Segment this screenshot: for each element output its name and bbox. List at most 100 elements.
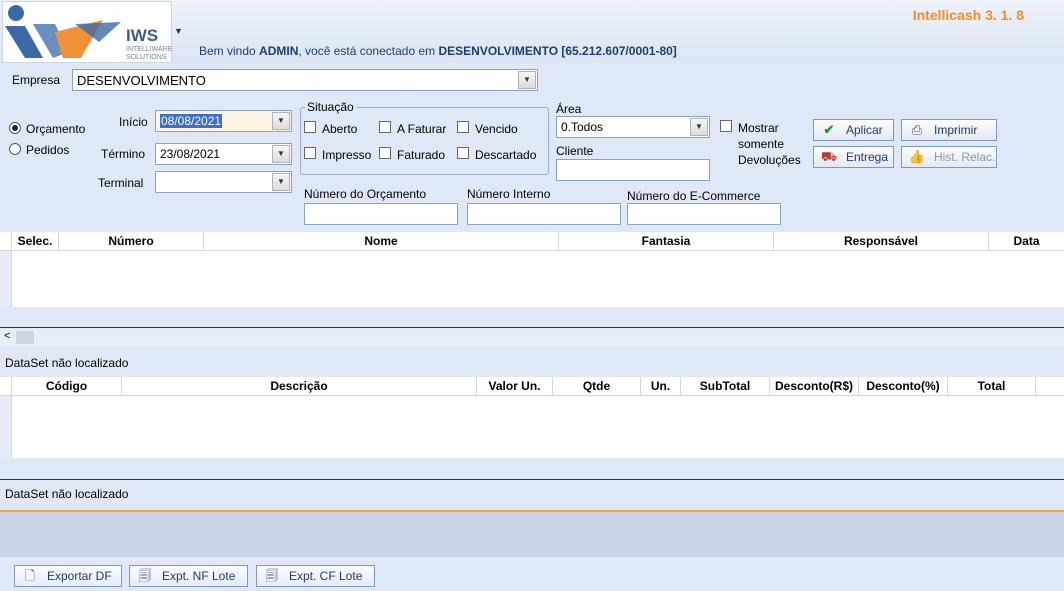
checkmark-icon: ✔ bbox=[823, 122, 835, 137]
scrollbar-thumb[interactable] bbox=[16, 331, 34, 344]
chevron-down-icon[interactable]: ▼ bbox=[272, 112, 290, 130]
checkbox-descartado-label: Descartado bbox=[475, 148, 537, 162]
logo-menu-caret-icon[interactable]: ▼ bbox=[174, 26, 183, 36]
chevron-down-icon[interactable]: ▼ bbox=[690, 118, 708, 136]
radio-orcamento[interactable] bbox=[9, 122, 21, 134]
col-nome[interactable]: Nome bbox=[204, 232, 559, 250]
grid-indicator-header bbox=[0, 377, 12, 395]
chevron-down-icon[interactable]: ▼ bbox=[272, 145, 290, 163]
printer-icon: ⎙ bbox=[911, 122, 923, 137]
empresa-label: Empresa bbox=[12, 73, 61, 87]
grid2-separator bbox=[0, 479, 1064, 480]
iws-logo: IWS INTELLIWARE SOLUTIONS bbox=[2, 1, 172, 63]
checkbox-faturado[interactable] bbox=[379, 147, 391, 159]
documents-icon: 🗐 bbox=[138, 568, 152, 583]
num-orcamento-label: Número do Orçamento bbox=[304, 187, 427, 201]
entrega-button[interactable]: ⛟ Entrega bbox=[813, 146, 894, 168]
col-total[interactable]: Total bbox=[948, 377, 1036, 395]
items-grid-body[interactable] bbox=[0, 396, 1064, 458]
checkbox-vencido[interactable] bbox=[457, 121, 469, 133]
grid2-status: DataSet não localizado bbox=[5, 487, 129, 501]
radio-pedidos-label: Pedidos bbox=[26, 143, 70, 157]
checkbox-vencido-label: Vencido bbox=[475, 122, 518, 136]
col-numero[interactable]: Número bbox=[59, 232, 204, 250]
connection-info: DESENVOLVIMENTO [65.212.607/0001-80] bbox=[438, 44, 677, 58]
truck-icon: ⛟ bbox=[820, 149, 838, 164]
horizontal-scrollbar[interactable]: < bbox=[0, 329, 1064, 346]
col-subtotal[interactable]: SubTotal bbox=[681, 377, 770, 395]
checkbox-impresso-label: Impresso bbox=[322, 148, 372, 162]
col-codigo[interactable]: Código bbox=[12, 377, 122, 395]
col-desconto-rs[interactable]: Desconto(R$) bbox=[770, 377, 859, 395]
col-qtde[interactable]: Qtde bbox=[553, 377, 641, 395]
checkbox-a-faturar-label: A Faturar bbox=[397, 122, 447, 136]
grid-row-indicator bbox=[0, 251, 12, 307]
checkbox-impresso[interactable] bbox=[304, 147, 316, 159]
checkbox-aberto[interactable] bbox=[304, 121, 316, 133]
checkbox-a-faturar[interactable] bbox=[379, 121, 391, 133]
logo-text: IWS bbox=[126, 26, 159, 45]
grid1-status: DataSet não localizado bbox=[5, 356, 129, 370]
aplicar-button[interactable]: ✔ Aplicar bbox=[813, 119, 894, 141]
grid-indicator-header bbox=[0, 232, 12, 250]
num-ecommerce-input[interactable] bbox=[627, 203, 781, 225]
chevron-down-icon[interactable]: ▼ bbox=[272, 173, 290, 191]
expt-nf-lote-button[interactable]: 🗐 Expt. NF Lote bbox=[129, 565, 248, 587]
current-user: ADMIN bbox=[259, 44, 299, 58]
document-icon: 🗋 bbox=[24, 568, 36, 583]
col-descricao[interactable]: Descrição bbox=[122, 377, 477, 395]
empresa-combo[interactable]: DESENVOLVIMENTO ▼ bbox=[72, 69, 538, 91]
num-interno-input[interactable] bbox=[467, 203, 621, 225]
mostrar-devolucoes-label-1: Mostrar bbox=[738, 121, 779, 135]
situacao-groupbox bbox=[300, 107, 549, 175]
header-bar: IWS INTELLIWARE SOLUTIONS ▼ Bem vindo AD… bbox=[0, 0, 1064, 63]
expt-cf-lote-button[interactable]: 🗐 Expt. CF Lote bbox=[256, 565, 375, 587]
terminal-combo[interactable]: ▼ bbox=[155, 171, 292, 193]
welcome-message: Bem vindo ADMIN, você está conectado em … bbox=[199, 44, 677, 58]
exportar-df-button[interactable]: 🗋 Exportar DF bbox=[14, 565, 122, 587]
area-combo[interactable]: 0.Todos ▼ bbox=[556, 116, 710, 138]
col-valor-un[interactable]: Valor Un. bbox=[477, 377, 553, 395]
terminal-label: Terminal bbox=[98, 176, 144, 190]
inicio-date-input[interactable]: 08/08/2021 ▼ bbox=[155, 110, 292, 132]
col-responsavel[interactable]: Responsável bbox=[774, 232, 989, 250]
num-orcamento-input[interactable] bbox=[304, 203, 458, 225]
totals-band bbox=[0, 510, 1064, 557]
checkbox-aberto-label: Aberto bbox=[322, 122, 358, 136]
orders-grid-header: Selec. Número Nome Fantasia Responsável … bbox=[0, 232, 1064, 251]
col-un[interactable]: Un. bbox=[641, 377, 681, 395]
radio-orcamento-label: Orçamento bbox=[26, 122, 86, 136]
num-interno-label: Número Interno bbox=[467, 187, 551, 201]
app-title: Intellicash 3. 1. 8 bbox=[912, 7, 1024, 23]
radio-pedidos[interactable] bbox=[9, 143, 21, 155]
items-grid-header: Código Descrição Valor Un. Qtde Un. SubT… bbox=[0, 377, 1064, 396]
checkbox-mostrar-devolucoes[interactable] bbox=[720, 120, 732, 132]
mostrar-devolucoes-label-3: Devoluções bbox=[738, 153, 801, 167]
col-fantasia[interactable]: Fantasia bbox=[559, 232, 774, 250]
cliente-label: Cliente bbox=[556, 144, 594, 158]
col-data[interactable]: Data bbox=[989, 232, 1064, 250]
logo-graphic-icon bbox=[5, 5, 121, 58]
documents-icon: 🗐 bbox=[265, 568, 279, 583]
scroll-left-icon[interactable]: < bbox=[4, 330, 10, 342]
cliente-input[interactable] bbox=[556, 159, 710, 181]
termino-label: Término bbox=[101, 147, 146, 161]
imprimir-button[interactable]: ⎙ Imprimir bbox=[901, 119, 997, 141]
hist-relac-button[interactable]: 👍 Hist. Relac. bbox=[901, 146, 997, 168]
chevron-down-icon[interactable]: ▼ bbox=[518, 71, 536, 89]
logo-subtext: INTELLIWARE SOLUTIONS bbox=[126, 46, 173, 61]
termino-date-input[interactable]: 23/08/2021 ▼ bbox=[155, 143, 292, 165]
area-label: Área bbox=[556, 102, 582, 116]
orders-grid-body[interactable] bbox=[0, 251, 1064, 307]
checkbox-descartado[interactable] bbox=[457, 147, 469, 159]
col-selec[interactable]: Selec. bbox=[12, 232, 59, 250]
situacao-title: Situação bbox=[305, 100, 356, 114]
mostrar-devolucoes-label-2: somente bbox=[738, 137, 785, 151]
checkbox-faturado-label: Faturado bbox=[397, 148, 446, 162]
num-ecommerce-label: Número do E-Commerce bbox=[627, 189, 761, 203]
grid-row-indicator bbox=[0, 396, 12, 458]
inicio-label: Início bbox=[119, 115, 148, 129]
grid-separator bbox=[0, 327, 1064, 328]
thumbs-up-icon: 👍 bbox=[908, 149, 926, 164]
col-desconto-pct[interactable]: Desconto(%) bbox=[859, 377, 948, 395]
